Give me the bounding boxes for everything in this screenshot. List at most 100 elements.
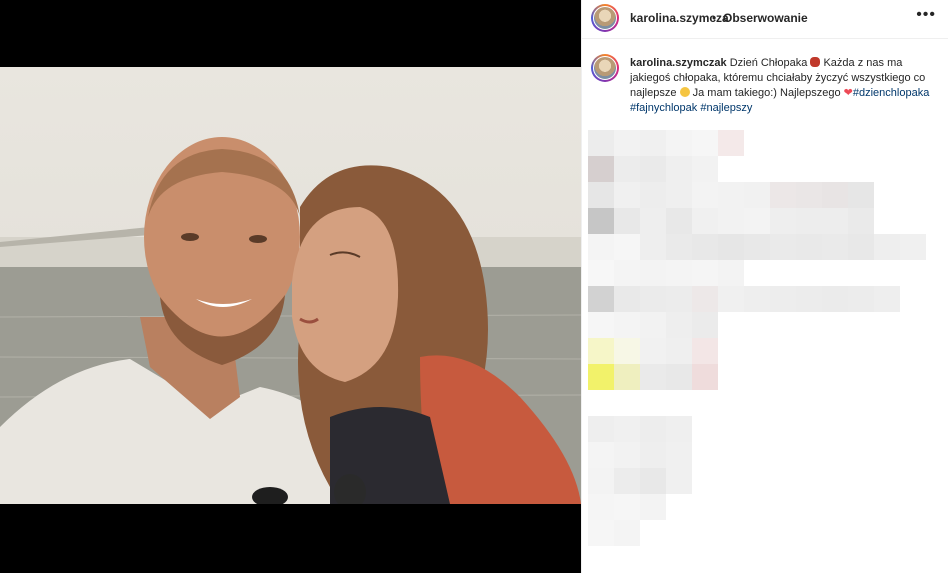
pixel-block <box>588 468 614 494</box>
pixel-block <box>692 364 718 390</box>
pixel-block <box>848 234 874 260</box>
pixel-block <box>640 286 666 312</box>
pixel-block <box>796 208 822 234</box>
pixel-block <box>588 494 614 520</box>
pixel-block <box>796 234 822 260</box>
header-separator: • <box>712 11 717 25</box>
pixel-block <box>718 208 744 234</box>
pixel-block <box>588 520 614 546</box>
pixel-block <box>588 312 614 338</box>
pixel-block <box>588 182 614 208</box>
pixel-block <box>874 234 900 260</box>
pixel-block <box>770 182 796 208</box>
pixel-block <box>640 312 666 338</box>
smile-emoji-icon <box>679 87 690 97</box>
pixel-block <box>640 338 666 364</box>
pixel-block <box>692 182 718 208</box>
pixel-block <box>640 468 666 494</box>
caption-text-1: Dzień Chłopaka <box>729 57 808 69</box>
pixel-block <box>666 260 692 286</box>
pixel-block <box>588 260 614 286</box>
pixel-block <box>614 234 640 260</box>
avatar[interactable] <box>591 4 619 32</box>
pixel-block <box>900 234 926 260</box>
pixel-block <box>640 208 666 234</box>
pixel-block <box>744 182 770 208</box>
hashtag-najlepszy[interactable]: #najlepszy <box>700 102 752 114</box>
pixel-block <box>640 442 666 468</box>
following-button[interactable]: Obserwowanie <box>723 11 808 25</box>
more-options-icon[interactable]: ••• <box>916 6 936 24</box>
pixel-block <box>692 338 718 364</box>
pixel-block <box>666 182 692 208</box>
pixel-block <box>588 442 614 468</box>
hashtag-fajnychlopak[interactable]: #fajnychlopak <box>630 102 697 114</box>
pixel-block <box>692 234 718 260</box>
pixel-block <box>588 364 614 390</box>
pixel-block <box>666 468 692 494</box>
pixel-block <box>640 416 666 442</box>
pixel-block <box>848 286 874 312</box>
pixel-block <box>718 182 744 208</box>
pixel-block <box>822 182 848 208</box>
pixel-block <box>640 494 666 520</box>
pixel-block <box>614 260 640 286</box>
pixel-block <box>640 156 666 182</box>
pixel-block <box>588 156 614 182</box>
pixel-block <box>640 260 666 286</box>
selfie-photo <box>0 137 581 504</box>
pixel-block <box>692 130 718 156</box>
pixel-block <box>666 208 692 234</box>
post-caption: karolina.szymczak Dzień Chłopaka Każda z… <box>630 56 942 116</box>
pixel-block <box>848 182 874 208</box>
pixel-block <box>640 182 666 208</box>
pixel-block <box>588 338 614 364</box>
pixel-block <box>666 338 692 364</box>
pixel-block <box>770 234 796 260</box>
post-header: karolina.szymcza • Obserwowanie ••• <box>582 0 948 39</box>
pixel-block <box>744 234 770 260</box>
pixel-block <box>614 494 640 520</box>
pixel-block <box>770 208 796 234</box>
pixel-block <box>666 234 692 260</box>
pixel-block <box>666 416 692 442</box>
caption-avatar[interactable] <box>591 54 619 82</box>
pixel-block <box>874 286 900 312</box>
pixel-block <box>614 364 640 390</box>
pixel-block <box>822 286 848 312</box>
pixel-block <box>666 442 692 468</box>
pixel-block <box>588 234 614 260</box>
pixel-block <box>822 208 848 234</box>
pixel-block <box>796 286 822 312</box>
pixel-block <box>692 208 718 234</box>
pixelated-comments-area <box>588 130 944 573</box>
pixel-block <box>614 468 640 494</box>
pixel-block <box>614 520 640 546</box>
pixel-block <box>666 156 692 182</box>
pixel-block <box>640 364 666 390</box>
pixel-block <box>796 182 822 208</box>
pixel-block <box>692 312 718 338</box>
caption-username[interactable]: karolina.szymczak <box>630 57 727 69</box>
pixel-block <box>848 208 874 234</box>
post-photo-pane <box>0 0 581 573</box>
pixel-block <box>614 286 640 312</box>
pixel-block <box>588 130 614 156</box>
pixel-block <box>666 286 692 312</box>
pixel-block <box>614 416 640 442</box>
pixel-block <box>588 208 614 234</box>
pixel-block <box>744 208 770 234</box>
pixel-block <box>744 286 770 312</box>
post-photo[interactable] <box>0 67 581 504</box>
pixel-block <box>692 156 718 182</box>
pixel-block <box>588 286 614 312</box>
pixel-block <box>614 182 640 208</box>
pixel-block <box>614 442 640 468</box>
football-emoji-icon <box>810 57 821 67</box>
heart-emoji-icon: ❤ <box>843 87 853 99</box>
pixel-block <box>640 234 666 260</box>
pixel-block <box>614 338 640 364</box>
hashtag-dzienchlopaka[interactable]: #dzienchlopaka <box>853 87 929 99</box>
pixel-block <box>718 130 744 156</box>
pixel-block <box>614 130 640 156</box>
